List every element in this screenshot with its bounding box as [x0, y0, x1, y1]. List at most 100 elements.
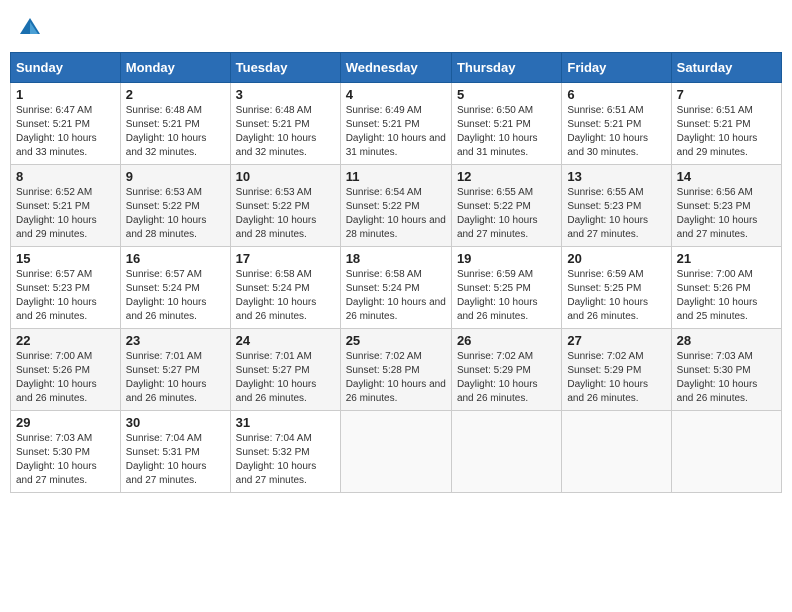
day-detail: Sunrise: 6:51 AMSunset: 5:21 PMDaylight:… [567, 104, 665, 160]
day-detail: Sunrise: 6:53 AMSunset: 5:22 PMDaylight:… [126, 186, 225, 242]
day-detail: Sunrise: 6:48 AMSunset: 5:21 PMDaylight:… [126, 104, 225, 160]
calendar-cell: 18 Sunrise: 6:58 AMSunset: 5:24 PMDayligh… [340, 247, 451, 329]
day-detail: Sunrise: 6:53 AMSunset: 5:22 PMDaylight:… [236, 186, 335, 242]
calendar-cell: 17 Sunrise: 6:58 AMSunset: 5:24 PMDayligh… [230, 247, 340, 329]
calendar-cell: 14 Sunrise: 6:56 AMSunset: 5:23 PMDayligh… [671, 165, 781, 247]
weekday-header-wednesday: Wednesday [340, 53, 451, 83]
day-detail: Sunrise: 6:54 AMSunset: 5:22 PMDaylight:… [346, 186, 446, 242]
calendar-cell: 21 Sunrise: 7:00 AMSunset: 5:26 PMDayligh… [671, 247, 781, 329]
day-number: 28 [677, 333, 776, 348]
calendar-week-2: 8 Sunrise: 6:52 AMSunset: 5:21 PMDaylight… [11, 165, 782, 247]
day-detail: Sunrise: 6:47 AMSunset: 5:21 PMDaylight:… [16, 104, 115, 160]
day-number: 24 [236, 333, 335, 348]
day-detail: Sunrise: 6:52 AMSunset: 5:21 PMDaylight:… [16, 186, 115, 242]
day-number: 16 [126, 251, 225, 266]
calendar-cell: 27Sunrise: 7:02 AMSunset: 5:29 PMDayligh… [562, 329, 671, 411]
calendar-cell: 19Sunrise: 6:59 AMSunset: 5:25 PMDayligh… [451, 247, 561, 329]
day-detail: Sunrise: 7:00 AMSunset: 5:26 PMDaylight:… [677, 268, 776, 324]
logo [16, 14, 48, 42]
logo-icon [16, 14, 44, 42]
day-detail: Sunrise: 6:56 AMSunset: 5:23 PMDaylight:… [677, 186, 776, 242]
day-detail: Sunrise: 6:48 AMSunset: 5:21 PMDaylight:… [236, 104, 335, 160]
calendar-week-3: 15Sunrise: 6:57 AMSunset: 5:23 PMDayligh… [11, 247, 782, 329]
day-detail: Sunrise: 6:49 AMSunset: 5:21 PMDaylight:… [346, 104, 446, 160]
calendar-cell: 8 Sunrise: 6:52 AMSunset: 5:21 PMDaylight… [11, 165, 121, 247]
day-detail: Sunrise: 6:55 AMSunset: 5:22 PMDaylight:… [457, 186, 556, 242]
calendar-table: SundayMondayTuesdayWednesdayThursdayFrid… [10, 52, 782, 493]
day-number: 31 [236, 415, 335, 430]
day-number: 21 [677, 251, 776, 266]
calendar-cell: 4 Sunrise: 6:49 AMSunset: 5:21 PMDaylight… [340, 83, 451, 165]
day-number: 26 [457, 333, 556, 348]
day-detail: Sunrise: 6:50 AMSunset: 5:21 PMDaylight:… [457, 104, 556, 160]
weekday-header-saturday: Saturday [671, 53, 781, 83]
calendar-cell: 6 Sunrise: 6:51 AMSunset: 5:21 PMDaylight… [562, 83, 671, 165]
weekday-header-sunday: Sunday [11, 53, 121, 83]
day-number: 2 [126, 87, 225, 102]
calendar-cell: 23 Sunrise: 7:01 AMSunset: 5:27 PMDayligh… [120, 329, 230, 411]
day-detail: Sunrise: 7:04 AMSunset: 5:32 PMDaylight:… [236, 432, 335, 488]
day-number: 29 [16, 415, 115, 430]
day-detail: Sunrise: 6:57 AMSunset: 5:23 PMDaylight:… [16, 268, 115, 324]
day-number: 9 [126, 169, 225, 184]
calendar-cell [562, 411, 671, 493]
calendar-cell: 28 Sunrise: 7:03 AMSunset: 5:30 PMDayligh… [671, 329, 781, 411]
calendar-cell [671, 411, 781, 493]
calendar-header-row: SundayMondayTuesdayWednesdayThursdayFrid… [11, 53, 782, 83]
day-number: 4 [346, 87, 446, 102]
calendar-cell: 13 Sunrise: 6:55 AMSunset: 5:23 PMDayligh… [562, 165, 671, 247]
day-detail: Sunrise: 7:04 AMSunset: 5:31 PMDaylight:… [126, 432, 225, 488]
calendar-cell: 16 Sunrise: 6:57 AMSunset: 5:24 PMDayligh… [120, 247, 230, 329]
day-detail: Sunrise: 6:51 AMSunset: 5:21 PMDaylight:… [677, 104, 776, 160]
day-number: 30 [126, 415, 225, 430]
day-detail: Sunrise: 6:55 AMSunset: 5:23 PMDaylight:… [567, 186, 665, 242]
calendar-cell: 3 Sunrise: 6:48 AMSunset: 5:21 PMDaylight… [230, 83, 340, 165]
calendar-week-4: 22Sunrise: 7:00 AMSunset: 5:26 PMDayligh… [11, 329, 782, 411]
day-detail: Sunrise: 6:57 AMSunset: 5:24 PMDaylight:… [126, 268, 225, 324]
day-number: 1 [16, 87, 115, 102]
calendar-cell: 7 Sunrise: 6:51 AMSunset: 5:21 PMDaylight… [671, 83, 781, 165]
day-number: 3 [236, 87, 335, 102]
calendar-cell: 31 Sunrise: 7:04 AMSunset: 5:32 PMDayligh… [230, 411, 340, 493]
day-number: 22 [16, 333, 115, 348]
day-detail: Sunrise: 6:59 AMSunset: 5:25 PMDaylight:… [567, 268, 665, 324]
day-detail: Sunrise: 7:03 AMSunset: 5:30 PMDaylight:… [677, 350, 776, 406]
calendar-cell [340, 411, 451, 493]
day-number: 17 [236, 251, 335, 266]
weekday-header-friday: Friday [562, 53, 671, 83]
day-number: 12 [457, 169, 556, 184]
day-number: 8 [16, 169, 115, 184]
calendar-cell [451, 411, 561, 493]
day-number: 7 [677, 87, 776, 102]
day-number: 6 [567, 87, 665, 102]
calendar-cell: 2 Sunrise: 6:48 AMSunset: 5:21 PMDaylight… [120, 83, 230, 165]
day-number: 20 [567, 251, 665, 266]
calendar-cell: 25 Sunrise: 7:02 AMSunset: 5:28 PMDayligh… [340, 329, 451, 411]
calendar-cell: 22Sunrise: 7:00 AMSunset: 5:26 PMDayligh… [11, 329, 121, 411]
day-detail: Sunrise: 6:59 AMSunset: 5:25 PMDaylight:… [457, 268, 556, 324]
calendar-cell: 30 Sunrise: 7:04 AMSunset: 5:31 PMDayligh… [120, 411, 230, 493]
calendar-cell: 12 Sunrise: 6:55 AMSunset: 5:22 PMDayligh… [451, 165, 561, 247]
day-number: 23 [126, 333, 225, 348]
calendar-cell: 20 Sunrise: 6:59 AMSunset: 5:25 PMDayligh… [562, 247, 671, 329]
calendar-cell: 24Sunrise: 7:01 AMSunset: 5:27 PMDayligh… [230, 329, 340, 411]
day-number: 14 [677, 169, 776, 184]
day-number: 11 [346, 169, 446, 184]
calendar-cell: 10 Sunrise: 6:53 AMSunset: 5:22 PMDayligh… [230, 165, 340, 247]
calendar-cell: 26Sunrise: 7:02 AMSunset: 5:29 PMDayligh… [451, 329, 561, 411]
day-number: 10 [236, 169, 335, 184]
day-detail: Sunrise: 7:01 AMSunset: 5:27 PMDaylight:… [126, 350, 225, 406]
weekday-header-tuesday: Tuesday [230, 53, 340, 83]
day-detail: Sunrise: 6:58 AMSunset: 5:24 PMDaylight:… [236, 268, 335, 324]
calendar-cell: 29Sunrise: 7:03 AMSunset: 5:30 PMDayligh… [11, 411, 121, 493]
day-number: 18 [346, 251, 446, 266]
day-number: 13 [567, 169, 665, 184]
day-number: 25 [346, 333, 446, 348]
calendar-cell: 15Sunrise: 6:57 AMSunset: 5:23 PMDayligh… [11, 247, 121, 329]
day-detail: Sunrise: 6:58 AMSunset: 5:24 PMDaylight:… [346, 268, 446, 324]
calendar-cell: 1 Sunrise: 6:47 AMSunset: 5:21 PMDaylight… [11, 83, 121, 165]
calendar-cell: 11 Sunrise: 6:54 AMSunset: 5:22 PMDayligh… [340, 165, 451, 247]
day-number: 27 [567, 333, 665, 348]
day-detail: Sunrise: 7:02 AMSunset: 5:28 PMDaylight:… [346, 350, 446, 406]
weekday-header-monday: Monday [120, 53, 230, 83]
